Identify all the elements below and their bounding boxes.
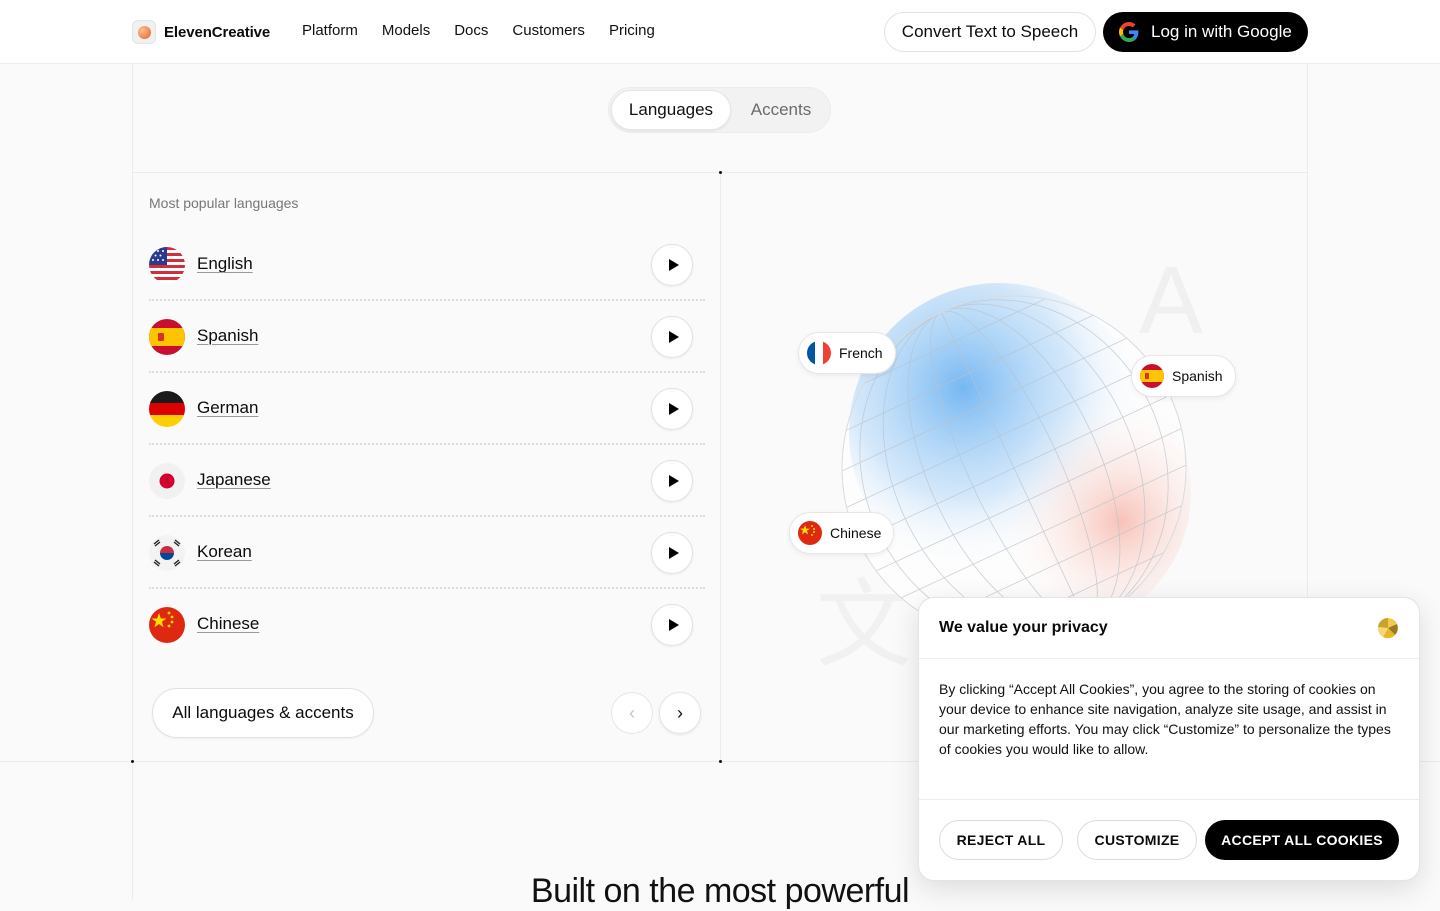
next-button[interactable]: › [659,692,701,734]
nav-platform[interactable]: Platform [302,22,358,39]
nav-customers[interactable]: Customers [512,22,585,39]
chevron-left-icon: ‹ [629,702,635,723]
brand-logo[interactable]: ElevenCreative [132,20,270,44]
play-spanish-button[interactable] [651,316,693,358]
play-icon [668,475,679,487]
japan-flag-icon [149,463,185,499]
play-icon [668,259,679,271]
accept-all-cookies-button[interactable]: ACCEPT ALL COOKIES [1205,820,1399,860]
reject-all-button[interactable]: REJECT ALL [939,820,1063,860]
play-icon [668,547,679,559]
list-title: Most popular languages [149,195,299,211]
play-korean-button[interactable] [651,532,693,574]
divider [919,799,1419,800]
chevron-right-icon: › [677,702,683,723]
spain-flag-icon [149,319,185,355]
china-flag-icon [149,607,185,643]
korea-flag-icon [149,535,185,571]
language-name-japanese[interactable]: Japanese [197,470,271,490]
chip-label: Spanish [1172,368,1223,384]
brand-name: ElevenCreative [164,23,271,41]
language-name-spanish[interactable]: Spanish [197,326,258,346]
top-header: ElevenCreative Platform Models Docs Cust… [0,0,1440,64]
germany-flag-icon [149,391,185,427]
list-item: German [149,373,705,445]
globe-chip-french: French [798,332,896,374]
play-icon [668,403,679,415]
previous-button[interactable]: ‹ [611,692,653,734]
language-name-korean[interactable]: Korean [197,542,252,562]
tab-accents[interactable]: Accents [733,90,829,130]
chip-label: Chinese [830,525,882,541]
google-login-button[interactable]: Log in with Google [1103,12,1308,52]
tab-languages[interactable]: Languages [611,90,731,130]
cookie-description: By clicking “Accept All Cookies”, you ag… [939,681,1391,757]
list-item: Chinese [149,589,705,661]
nav-pricing[interactable]: Pricing [609,22,655,39]
brand-orb-icon [132,20,156,44]
language-name-chinese[interactable]: Chinese [197,614,259,634]
globe-chip-spanish: Spanish [1131,355,1236,397]
chip-label: French [839,345,883,361]
convert-text-to-speech-button[interactable]: Convert Text to Speech [884,12,1096,52]
list-item: Korean [149,517,705,589]
divider [919,658,1419,659]
list-item: English [149,229,705,301]
cookie-consent-dialog: We value your privacy By clicking “Accep… [918,597,1420,881]
play-icon [668,331,679,343]
cookie-pinwheel-icon [1377,617,1398,639]
list-item: Japanese [149,445,705,517]
all-languages-button[interactable]: All languages & accents [152,688,374,738]
svg-text:A: A [1139,247,1203,354]
customize-button[interactable]: CUSTOMIZE [1077,820,1197,860]
globe-chip-chinese: Chinese [789,512,895,554]
google-login-label: Log in with Google [1151,22,1292,41]
nav-docs[interactable]: Docs [454,22,488,39]
nav-models[interactable]: Models [382,22,430,39]
play-icon [668,619,679,631]
china-flag-icon [798,521,822,545]
play-chinese-button[interactable] [651,604,693,646]
language-name-german[interactable]: German [197,398,258,418]
language-accent-tabs: Languages Accents [608,87,831,133]
google-icon [1119,22,1139,42]
cookie-title: We value your privacy [939,619,1108,636]
spain-flag-icon [1140,364,1164,388]
us-flag-icon [149,247,185,283]
play-english-button[interactable] [651,244,693,286]
language-name-english[interactable]: English [197,254,253,274]
main-nav: Platform Models Docs Customers Pricing [302,22,655,39]
play-japanese-button[interactable] [651,460,693,502]
list-item: Spanish [149,301,705,373]
play-german-button[interactable] [651,388,693,430]
corner-dot [131,760,134,763]
france-flag-icon [807,341,831,365]
